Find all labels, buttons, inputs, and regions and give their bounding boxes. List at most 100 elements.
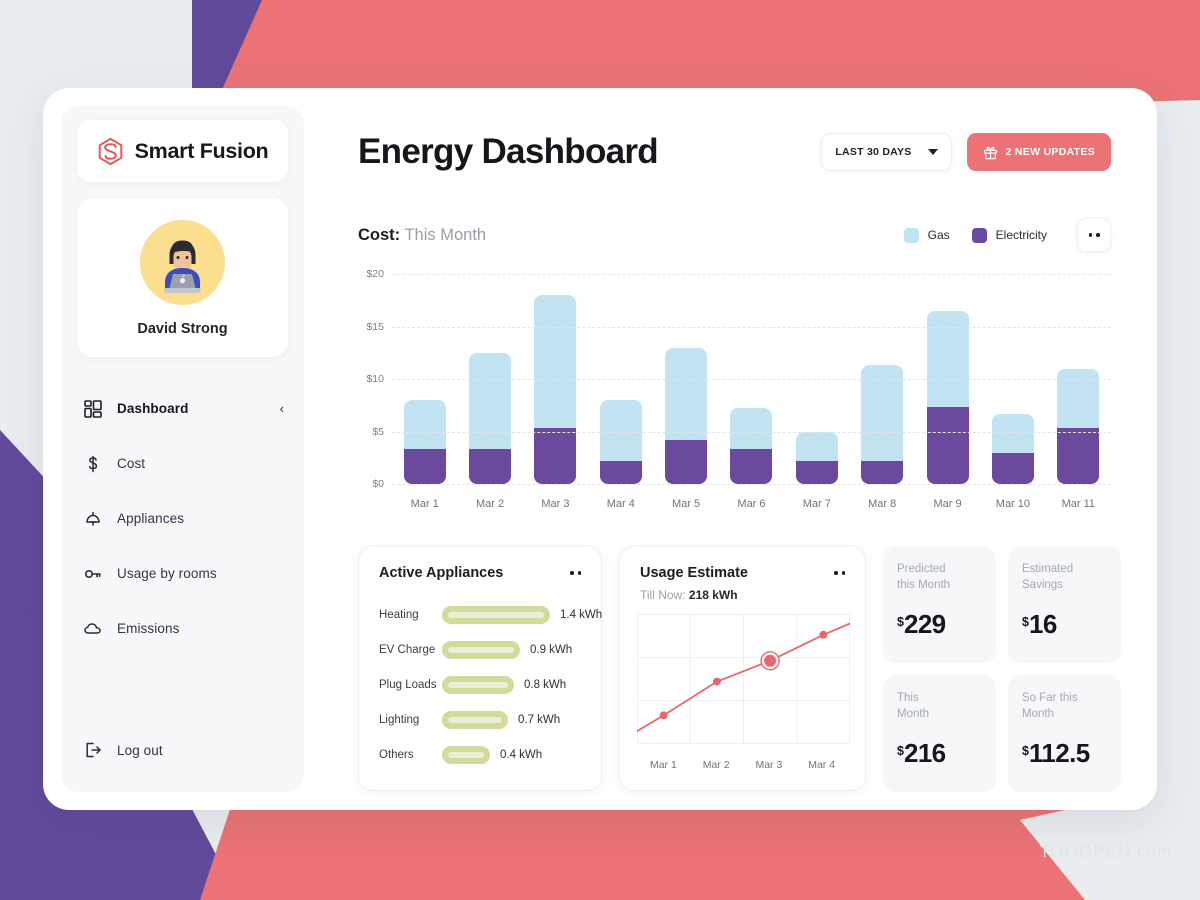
usage-line-chart-wrap xyxy=(620,602,865,749)
app-window: Smart Fusion David Strong Dashboard ‹ Co… xyxy=(43,88,1157,810)
sidebar-item-emissions[interactable]: Emissions xyxy=(61,607,304,650)
usage-options-button[interactable] xyxy=(834,571,845,575)
sidebar-item-dashboard[interactable]: Dashboard ‹ xyxy=(61,387,304,430)
bar-segment-electricity xyxy=(469,449,512,484)
legend-swatch-electricity xyxy=(971,227,987,243)
stat-card[interactable]: Estimated Savings $16 xyxy=(1008,546,1121,663)
bar-segment-gas xyxy=(730,408,773,450)
bar-chart-x-axis: Mar 1 Mar 2 Mar 3 Mar 4 Mar 5 Mar 6 Mar 7 Mar 8… xyxy=(392,498,1111,510)
bar-stack xyxy=(991,413,1034,484)
appliance-bar xyxy=(442,710,508,729)
sidebar-item-label: Usage by rooms xyxy=(117,566,217,581)
appliance-bar xyxy=(442,640,520,659)
grid-dashboard-icon xyxy=(83,399,103,419)
stat-card-value: $229 xyxy=(897,611,982,637)
more-options-icon xyxy=(570,571,574,575)
legend-label-gas: Gas xyxy=(927,228,950,242)
y-axis-tick: $0 xyxy=(372,478,384,490)
logout-button[interactable]: Log out xyxy=(61,728,304,772)
bar-segment-gas xyxy=(991,413,1034,453)
bar-stack xyxy=(665,347,708,484)
appliance-row: Plug Loads 0.8 kWh xyxy=(379,667,583,702)
stat-card-number: 216 xyxy=(903,738,946,768)
page-title: Energy Dashboard xyxy=(358,132,659,171)
appliance-row: Heating 1.4 kWh xyxy=(379,597,602,632)
stat-card-label: Estimated Savings xyxy=(1022,563,1074,591)
bar-segment-electricity xyxy=(403,449,446,484)
bar-stack xyxy=(534,295,577,484)
stat-card[interactable]: So Far this Month $112.5 xyxy=(1008,675,1121,792)
stat-card[interactable]: This Month $216 xyxy=(883,675,996,792)
usage-chart-x-axis: Mar 1 Mar 2 Mar 3 Mar 4 xyxy=(620,749,865,771)
usage-estimate-panel: Usage Estimate Till Now: 218 kWh Mar 1 Ma… xyxy=(619,546,866,791)
sidebar-item-usage-by-rooms[interactable]: Usage by rooms xyxy=(61,552,304,595)
cost-chart-title: Cost: This Month xyxy=(358,226,486,245)
bar-stack xyxy=(730,408,773,484)
brand-logo[interactable]: Smart Fusion xyxy=(77,120,288,182)
appliance-value: 0.7 kWh xyxy=(518,713,561,726)
more-options-icon xyxy=(841,571,845,575)
bar-segment-electricity xyxy=(599,460,642,484)
bar-stack xyxy=(795,431,838,484)
appliances-panel-title: Active Appliances xyxy=(379,565,504,581)
bar-segment-gas xyxy=(926,310,969,408)
appliance-name: EV Charge xyxy=(379,643,436,656)
sidebar-item-appliances[interactable]: Appliances xyxy=(61,497,304,540)
grid-line xyxy=(392,274,1111,275)
appliance-bar-inner xyxy=(448,716,502,723)
more-options-icon xyxy=(577,571,581,575)
stat-card-number: 112.5 xyxy=(1028,738,1090,768)
avatar xyxy=(140,220,225,305)
y-axis-tick: $15 xyxy=(366,320,384,333)
new-updates-button[interactable]: 2 NEW UPDATES xyxy=(966,133,1111,171)
x-axis-tick: Mar 8 xyxy=(868,498,897,510)
appliances-options-button[interactable] xyxy=(570,571,581,575)
bar-segment-electricity xyxy=(795,460,838,484)
x-axis-tick: Mar 7 xyxy=(802,498,831,510)
data-point xyxy=(659,711,668,720)
usage-panel-header: Usage Estimate xyxy=(620,547,865,581)
appliance-bar xyxy=(442,745,490,764)
bar-segment-gas xyxy=(469,352,512,450)
appliance-name: Lighting xyxy=(379,713,420,726)
appliance-bar xyxy=(442,605,550,624)
grid-line xyxy=(392,326,1111,328)
sidebar-item-label: Dashboard xyxy=(117,401,189,416)
data-point xyxy=(764,654,777,667)
appliance-name: Plug Loads xyxy=(379,678,437,691)
stat-card-label: Predicted this Month xyxy=(897,563,951,591)
sidebar-item-label: Emissions xyxy=(117,621,180,636)
bar-stack xyxy=(926,310,969,484)
profile-card: David Strong xyxy=(77,198,288,357)
x-axis-tick: Mar 2 xyxy=(475,498,505,510)
bar-segment-gas xyxy=(403,400,446,450)
bar-stack xyxy=(469,352,512,484)
legend-label-electricity: Electricity xyxy=(995,228,1047,242)
x-axis-tick: Mar 5 xyxy=(672,498,701,510)
bar-segment-gas xyxy=(599,400,642,461)
y-axis-tick: $10 xyxy=(366,373,384,385)
bar-segment-gas xyxy=(534,295,577,429)
date-range-select[interactable]: LAST 30 DAYS xyxy=(821,133,952,171)
bar-chart-plot xyxy=(392,274,1111,485)
appliance-bar-inner xyxy=(448,751,484,758)
cost-chart-options-button[interactable] xyxy=(1077,218,1111,252)
legend-swatch-gas xyxy=(903,227,919,243)
more-options-icon xyxy=(834,571,838,575)
grid-line xyxy=(392,484,1111,485)
x-axis-tick: Mar 6 xyxy=(737,498,766,510)
chevron-left-icon[interactable]: ‹ xyxy=(280,402,284,415)
sidebar-item-cost[interactable]: Cost xyxy=(61,442,304,485)
user-avatar-laptop-icon xyxy=(140,220,225,305)
legend-item-gas: Gas xyxy=(903,227,950,243)
x-axis-tick: Mar 4 xyxy=(808,759,836,771)
x-axis-tick: Mar 3 xyxy=(755,759,783,771)
appliance-bar-inner xyxy=(448,681,508,688)
bar-stack xyxy=(599,400,642,484)
chevron-down-icon xyxy=(927,149,938,155)
stat-card[interactable]: Predicted this Month $229 xyxy=(883,546,996,663)
grid-line xyxy=(392,431,1111,433)
stat-card-value: $216 xyxy=(897,740,982,766)
data-point xyxy=(819,630,828,639)
bar-segment-electricity xyxy=(861,460,904,484)
